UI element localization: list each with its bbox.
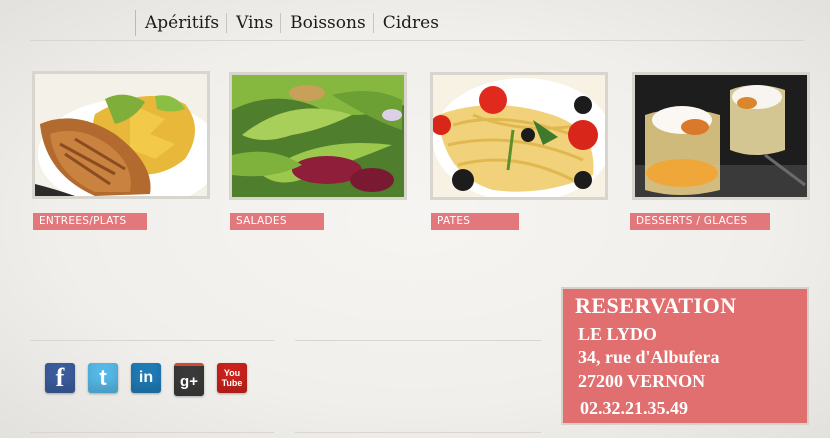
linkedin-glyph: in	[138, 369, 154, 386]
restaurant-name: LE LYDO	[578, 324, 657, 344]
linkedin-icon[interactable]: in	[131, 363, 161, 393]
category-salades[interactable]: SALADES	[230, 213, 324, 230]
category-entrees-plats[interactable]: ENTREES/PLATS	[33, 213, 147, 230]
youtube-glyph: You Tube	[221, 368, 243, 388]
photo-pates[interactable]	[430, 72, 608, 200]
google-plus-icon[interactable]: g+	[174, 363, 204, 396]
twitter-glyph: t	[99, 365, 107, 390]
footer-divider-bottom-left	[30, 432, 274, 433]
restaurant-street: 34, rue d'Albufera	[578, 347, 720, 367]
nav-item-vins[interactable]: Vins	[227, 13, 282, 33]
nav-item-boissons[interactable]: Boissons	[281, 13, 374, 33]
facebook-glyph: f	[55, 363, 65, 392]
restaurant-city: 27200 VERNON	[578, 371, 706, 391]
top-nav: Apéritifs Vins Boissons Cidres	[135, 10, 446, 36]
category-pates[interactable]: PATES	[431, 213, 519, 230]
google-plus-glyph: g+	[180, 372, 198, 390]
footer-divider-left	[30, 340, 274, 341]
photo-entrees-plats[interactable]	[32, 71, 210, 199]
reservation-title: RESERVATION	[575, 293, 737, 318]
facebook-icon[interactable]: f	[45, 363, 75, 393]
header-divider	[30, 40, 804, 41]
photo-salades[interactable]	[229, 72, 407, 200]
nav-item-aperitifs[interactable]: Apéritifs	[136, 13, 228, 33]
reservation-box: RESERVATION LE LYDO 34, rue d'Albufera 2…	[561, 287, 809, 425]
footer-divider-middle	[295, 340, 541, 341]
nav-item-cidres[interactable]: Cidres	[374, 13, 446, 33]
youtube-icon[interactable]: You Tube	[217, 363, 247, 393]
twitter-icon[interactable]: t	[88, 363, 118, 393]
restaurant-phone[interactable]: 02.32.21.35.49	[580, 398, 688, 419]
footer-divider-bottom-middle	[295, 432, 541, 433]
category-desserts-glaces[interactable]: DESSERTS / GLACES	[630, 213, 770, 230]
photo-desserts-glaces[interactable]	[632, 72, 810, 200]
social-links: f t in g+ You Tube	[45, 363, 247, 396]
